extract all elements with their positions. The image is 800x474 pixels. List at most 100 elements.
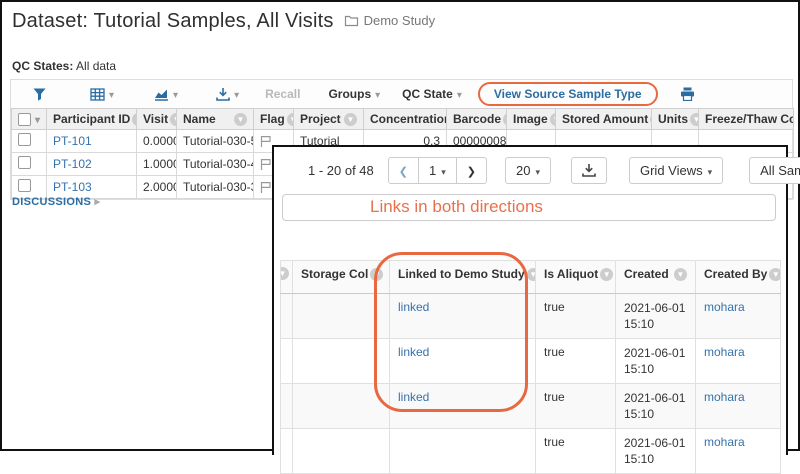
column-menu-icon[interactable] [370,267,384,281]
is-aliquot-cell: true [535,293,616,339]
panel-pagination-bar: 1 - 20 of 48 1 20 Grid Views All Samples [274,147,800,192]
chevron-down-icon [375,87,380,101]
folder-icon [344,14,359,27]
column-menu-icon[interactable] [286,112,293,126]
col-linked-to-demo-study[interactable]: Linked to Demo Study [389,260,536,294]
column-menu-icon[interactable] [674,267,687,281]
table-header-row: Participant ID Visit Name Flag Project C… [11,108,794,130]
participant-link[interactable]: PT-103 [53,180,92,194]
filter-button[interactable] [33,88,46,101]
participant-link[interactable]: PT-102 [53,157,92,171]
table-header-row: Storage Col Linked to Demo Study Is Aliq… [280,260,781,294]
column-menu-icon[interactable] [769,267,780,281]
created-cell: 2021-06-01 15:10 [615,338,696,384]
select-all-header[interactable] [11,108,47,130]
table-row: true 2021-06-01 15:10 mohara [280,428,781,474]
storage-cell [292,338,390,384]
print-button[interactable] [680,87,695,101]
participant-link[interactable]: PT-101 [53,134,92,148]
col-created[interactable]: Created [615,260,696,294]
is-aliquot-cell: true [535,428,616,474]
grid-toolbar: Recall Groups QC State View Source Sampl… [11,80,792,108]
page-nav-group: 1 [387,157,487,184]
column-menu-icon[interactable] [690,112,698,126]
col-barcode[interactable]: Barcode [446,108,507,130]
visit-cell: 1.0000 [136,152,177,176]
page-title: Dataset: Tutorial Samples, All Visits [12,10,334,32]
annotation-links-text: Links in both directions [370,197,543,216]
col-flag[interactable]: Flag [253,108,294,130]
breadcrumb-study[interactable]: Demo Study [364,13,436,28]
storage-cell [292,428,390,474]
grid-views-button[interactable]: Grid Views [628,157,724,184]
name-cell: Tutorial-030-3 [176,175,254,199]
panel-export-button[interactable] [570,157,607,184]
col-visit[interactable]: Visit [136,108,177,130]
qc-states-value: All data [76,59,117,73]
views-button[interactable] [90,87,114,101]
chevron-down-icon [708,163,713,178]
charts-button[interactable] [154,87,178,101]
print-icon [680,87,694,101]
row-checkbox[interactable] [18,156,31,169]
visit-cell: 0.0000 [136,129,177,153]
created-by-link[interactable]: mohara [704,300,745,314]
export-button[interactable] [216,87,239,101]
created-cell: 2021-06-01 15:10 [615,428,696,474]
recall-button: Recall [265,87,301,101]
column-menu-icon[interactable] [234,112,247,126]
flag-icon [260,181,271,193]
column-menu-icon[interactable] [503,112,506,126]
column-menu-icon[interactable] [549,112,555,126]
all-samples-button[interactable]: All Samples [749,157,800,184]
table-row: linked true 2021-06-01 15:10 mohara [280,338,781,384]
row-checkbox[interactable] [18,179,31,192]
qc-state-menu[interactable]: QC State [402,87,462,101]
created-by-link[interactable]: mohara [704,435,745,449]
page-select[interactable]: 1 [418,157,457,184]
column-menu-icon[interactable] [344,112,357,126]
sample-type-panel: 1 - 20 of 48 1 20 Grid Views All Samples… [272,145,800,474]
col-image[interactable]: Image [506,108,556,130]
column-menu-icon[interactable] [170,112,176,126]
col-storage[interactable]: Storage Col [292,260,390,294]
col-name[interactable]: Name [176,108,254,130]
discussions-link[interactable]: DISCUSSIONS [12,195,100,208]
column-menu-icon[interactable] [600,267,614,281]
table-row: linked true 2021-06-01 15:10 mohara [280,383,781,429]
col-created-by[interactable]: Created By [695,260,781,294]
linked-link[interactable]: linked [398,300,429,314]
created-cell: 2021-06-01 15:10 [615,293,696,339]
chevron-down-icon [234,87,239,101]
groups-menu[interactable]: Groups [328,87,380,101]
created-by-link[interactable]: mohara [704,345,745,359]
col-concentration[interactable]: Concentration [363,108,447,130]
col-project[interactable]: Project [293,108,364,130]
page-size-select[interactable]: 20 [504,157,551,184]
select-all-checkbox[interactable] [18,112,31,126]
view-source-sample-type-button[interactable]: View Source Sample Type [477,82,658,106]
linked-link[interactable]: linked [398,345,429,359]
flag-icon [260,158,271,170]
row-checkbox[interactable] [18,133,31,146]
chart-icon [155,89,169,101]
column-menu-icon[interactable] [526,267,535,281]
flag-icon [260,135,271,147]
col-stored-amount[interactable]: Stored Amount [555,108,652,130]
prev-page-button[interactable] [387,157,419,184]
column-menu-icon[interactable] [132,112,136,126]
is-aliquot-cell: true [535,383,616,429]
qc-states-label: QC States: [12,59,74,73]
linked-link[interactable]: linked [398,390,429,404]
chevron-down-icon [109,87,114,101]
chevron-down-icon [457,87,462,101]
next-page-button[interactable] [455,157,487,184]
linked-cell [389,428,536,474]
col-freeze-thaw[interactable]: Freeze/Thaw Count [698,108,794,130]
table-row: linked true 2021-06-01 15:10 mohara [280,293,781,339]
col-is-aliquot[interactable]: Is Aliquot [535,260,616,294]
column-menu-icon[interactable] [281,267,289,280]
created-by-link[interactable]: mohara [704,390,745,404]
col-participant-id[interactable]: Participant ID [46,108,137,130]
col-units[interactable]: Units [651,108,699,130]
